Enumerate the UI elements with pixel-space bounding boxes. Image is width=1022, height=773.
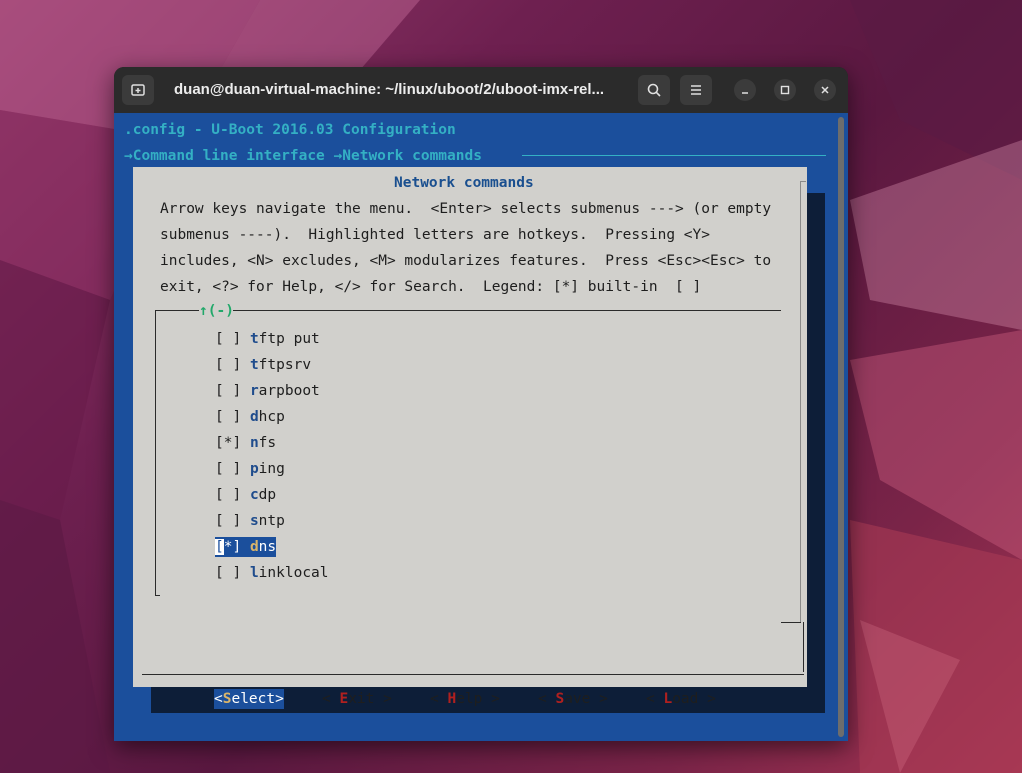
checkbox-rest: *] bbox=[223, 539, 242, 555]
checkbox: [ ] bbox=[215, 461, 242, 477]
menu-button[interactable] bbox=[680, 75, 712, 105]
checkbox: [*] bbox=[215, 435, 242, 451]
menu-box-border bbox=[155, 595, 160, 596]
help-line-4: exit, <?> for Help, </> for Search. Lege… bbox=[160, 279, 702, 295]
dialog-border bbox=[803, 622, 804, 672]
terminal-window: duan@duan-virtual-machine: ~/linux/uboot… bbox=[114, 67, 848, 741]
menu-item-rarpboot[interactable]: [ ] rarpboot bbox=[215, 381, 320, 401]
menu-item-dhcp[interactable]: [ ] dhcp bbox=[215, 407, 285, 427]
checkbox: [ ] bbox=[215, 357, 242, 373]
menu-item-nfs[interactable]: [*] nfs bbox=[215, 433, 276, 453]
checkbox: [ ] bbox=[215, 409, 242, 425]
maximize-icon bbox=[780, 85, 790, 95]
help-button[interactable]: < Help > bbox=[430, 689, 500, 709]
search-icon bbox=[647, 83, 661, 97]
terminal-scrollbar[interactable] bbox=[838, 117, 844, 737]
menu-box-border bbox=[781, 622, 801, 623]
menu-box-border bbox=[233, 310, 781, 311]
help-line-2: submenus ----). Highlighted letters are … bbox=[160, 227, 710, 243]
new-tab-icon bbox=[131, 84, 145, 96]
dialog-border bbox=[800, 181, 801, 623]
menu-item-cdp[interactable]: [ ] cdp bbox=[215, 485, 276, 505]
close-icon bbox=[821, 86, 829, 94]
help-line-3: includes, <N> excludes, <M> modularizes … bbox=[160, 253, 772, 269]
checkbox: [ ] bbox=[215, 331, 242, 347]
config-header: .config - U-Boot 2016.03 Configuration bbox=[124, 122, 456, 138]
minimize-icon bbox=[742, 92, 748, 94]
close-button[interactable] bbox=[814, 79, 836, 101]
window-titlebar: duan@duan-virtual-machine: ~/linux/uboot… bbox=[114, 67, 848, 113]
checkbox: [ ] bbox=[215, 513, 242, 529]
menu-item-tftp-put[interactable]: [ ] tftp put bbox=[215, 329, 320, 349]
minimize-button[interactable] bbox=[734, 79, 756, 101]
breadcrumb-item-command-line: Command line interface bbox=[132, 148, 325, 164]
cursor: [ bbox=[215, 539, 224, 555]
breadcrumb-arrow-icon: → bbox=[124, 148, 133, 164]
menu-item-linklocal[interactable]: [ ] linklocal bbox=[215, 563, 329, 583]
menu-box-border bbox=[155, 310, 156, 596]
search-button[interactable] bbox=[638, 75, 670, 105]
network-commands-dialog: Network commands Arrow keys navigate the… bbox=[133, 167, 807, 709]
menu-item-sntp[interactable]: [ ] sntp bbox=[215, 511, 285, 531]
help-line-1: Arrow keys navigate the menu. <Enter> se… bbox=[160, 201, 772, 217]
checkbox: [ ] bbox=[215, 383, 242, 399]
load-button[interactable]: < Load > bbox=[646, 689, 716, 709]
menu-item-dns[interactable]: [*] dns bbox=[215, 537, 277, 557]
save-button[interactable]: < Save > bbox=[538, 689, 608, 709]
breadcrumb-rule bbox=[522, 155, 826, 156]
terminal-content[interactable]: .config - U-Boot 2016.03 Configuration →… bbox=[114, 113, 848, 741]
breadcrumb: →Command line interface →Network command… bbox=[124, 146, 491, 166]
scroll-up-indicator: ↑(-) bbox=[199, 303, 234, 319]
maximize-button[interactable] bbox=[774, 79, 796, 101]
window-title: duan@duan-virtual-machine: ~/linux/uboot… bbox=[174, 81, 605, 98]
menu-box-border bbox=[155, 310, 199, 311]
select-button[interactable]: <Select> bbox=[214, 689, 284, 709]
breadcrumb-item-network-commands: Network commands bbox=[342, 148, 482, 164]
button-row-border bbox=[142, 674, 804, 675]
checkbox: [ ] bbox=[215, 565, 242, 581]
new-tab-button[interactable] bbox=[122, 75, 154, 105]
exit-button[interactable]: < Exit > bbox=[322, 689, 392, 709]
hamburger-menu-icon bbox=[691, 85, 701, 95]
menu-item-tftpsrv[interactable]: [ ] tftpsrv bbox=[215, 355, 311, 375]
checkbox: [ ] bbox=[215, 487, 242, 503]
dialog-title: Network commands bbox=[394, 175, 534, 191]
breadcrumb-arrow-icon: → bbox=[333, 148, 343, 164]
menu-item-ping[interactable]: [ ] ping bbox=[215, 459, 285, 479]
